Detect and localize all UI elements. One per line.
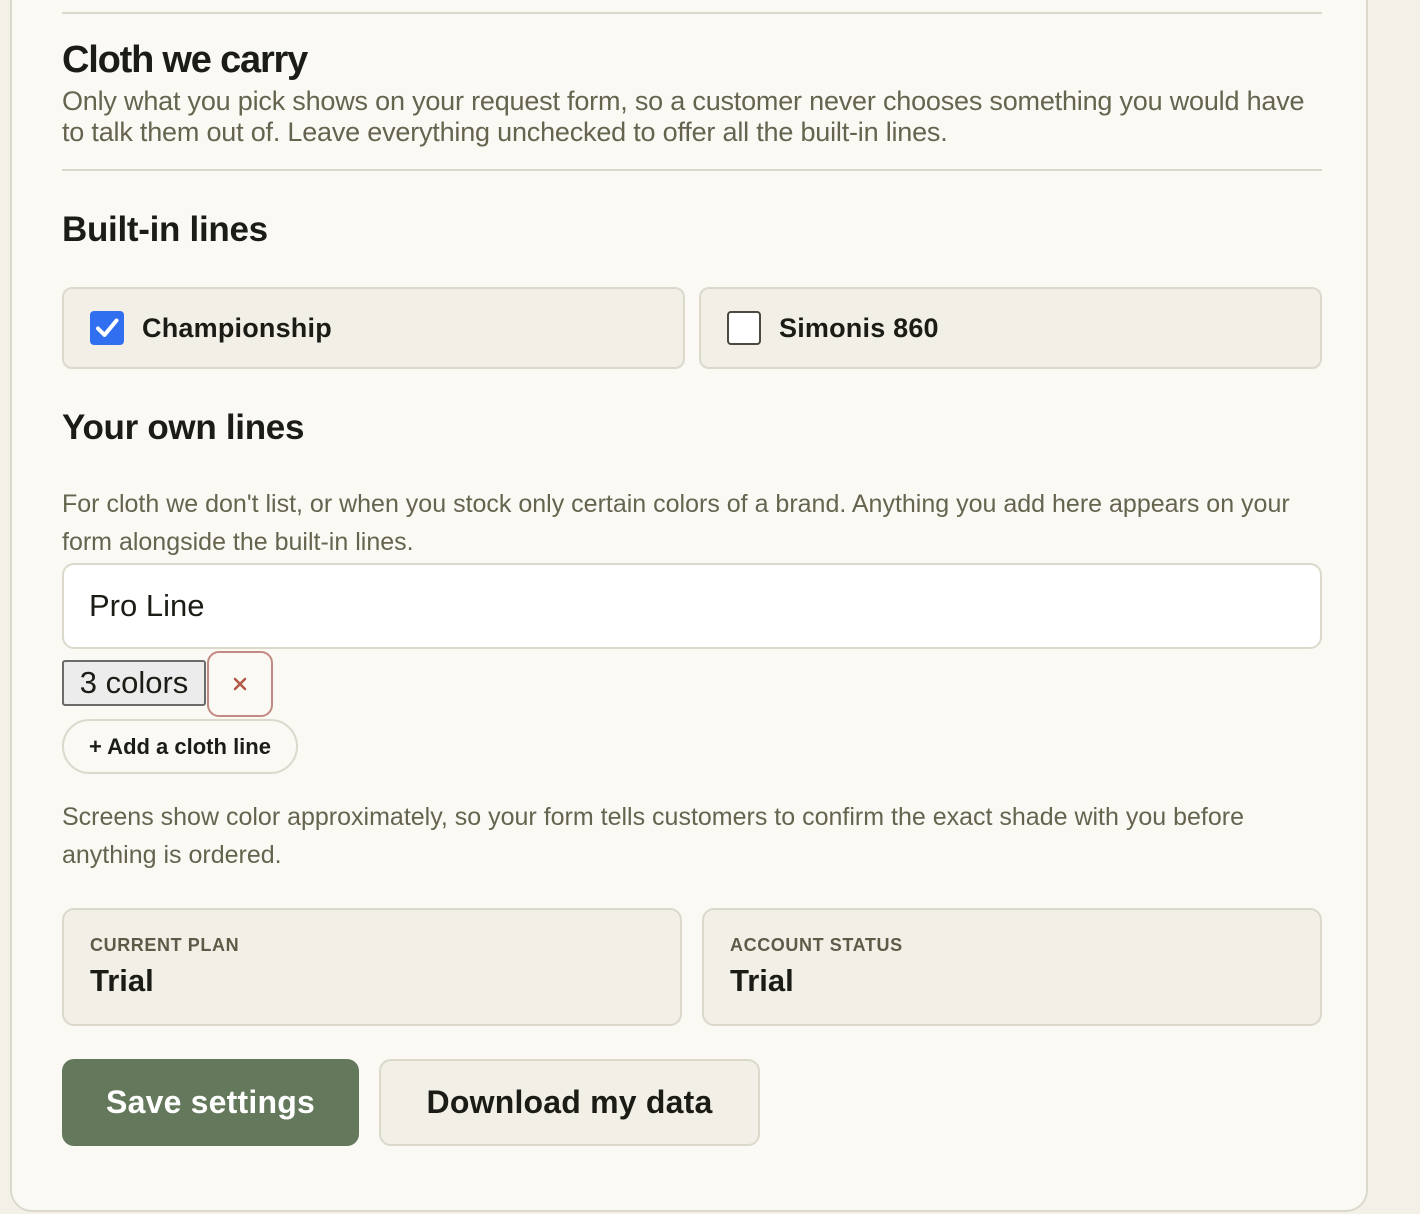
simonis-860-label: Simonis 860 bbox=[779, 312, 939, 343]
account-status-label: Account status bbox=[730, 935, 903, 955]
section-title: Cloth we carry bbox=[62, 39, 308, 81]
own-lines-title: Your own lines bbox=[62, 408, 305, 447]
builtin-line-simonis-860[interactable]: Simonis 860 bbox=[699, 287, 1322, 369]
settings-card: Cloth we carry Only what you pick shows … bbox=[10, 0, 1368, 1212]
remove-line-button[interactable] bbox=[207, 651, 273, 717]
cloth-line-name-input[interactable] bbox=[62, 563, 1322, 649]
account-status-card: Account status Trial bbox=[702, 908, 1322, 1026]
championship-checkbox[interactable] bbox=[90, 311, 124, 345]
close-icon bbox=[233, 677, 247, 691]
color-accuracy-note: Screens show color approximately, so you… bbox=[62, 803, 1244, 869]
own-lines-help: For cloth we don't list, or when you sto… bbox=[62, 490, 1290, 556]
current-plan-value: Trial bbox=[90, 963, 154, 998]
account-status-value: Trial bbox=[730, 963, 794, 998]
top-divider bbox=[62, 12, 1322, 14]
section-description: Only what you pick shows on your request… bbox=[62, 86, 1305, 147]
checkmark-icon bbox=[96, 318, 119, 337]
simonis-860-checkbox[interactable] bbox=[727, 311, 761, 345]
builtin-lines-title: Built-in lines bbox=[62, 210, 268, 249]
section-divider bbox=[62, 169, 1322, 171]
current-plan-card: Current plan Trial bbox=[62, 908, 682, 1026]
add-cloth-line-button[interactable]: + Add a cloth line bbox=[62, 719, 298, 774]
builtin-line-championship[interactable]: Championship bbox=[62, 287, 685, 369]
current-plan-label: Current plan bbox=[90, 935, 240, 955]
download-data-button[interactable]: Download my data bbox=[379, 1059, 760, 1146]
championship-label: Championship bbox=[142, 312, 332, 343]
save-settings-button[interactable]: Save settings bbox=[62, 1059, 359, 1146]
colors-button[interactable]: 3 colors bbox=[62, 660, 206, 706]
